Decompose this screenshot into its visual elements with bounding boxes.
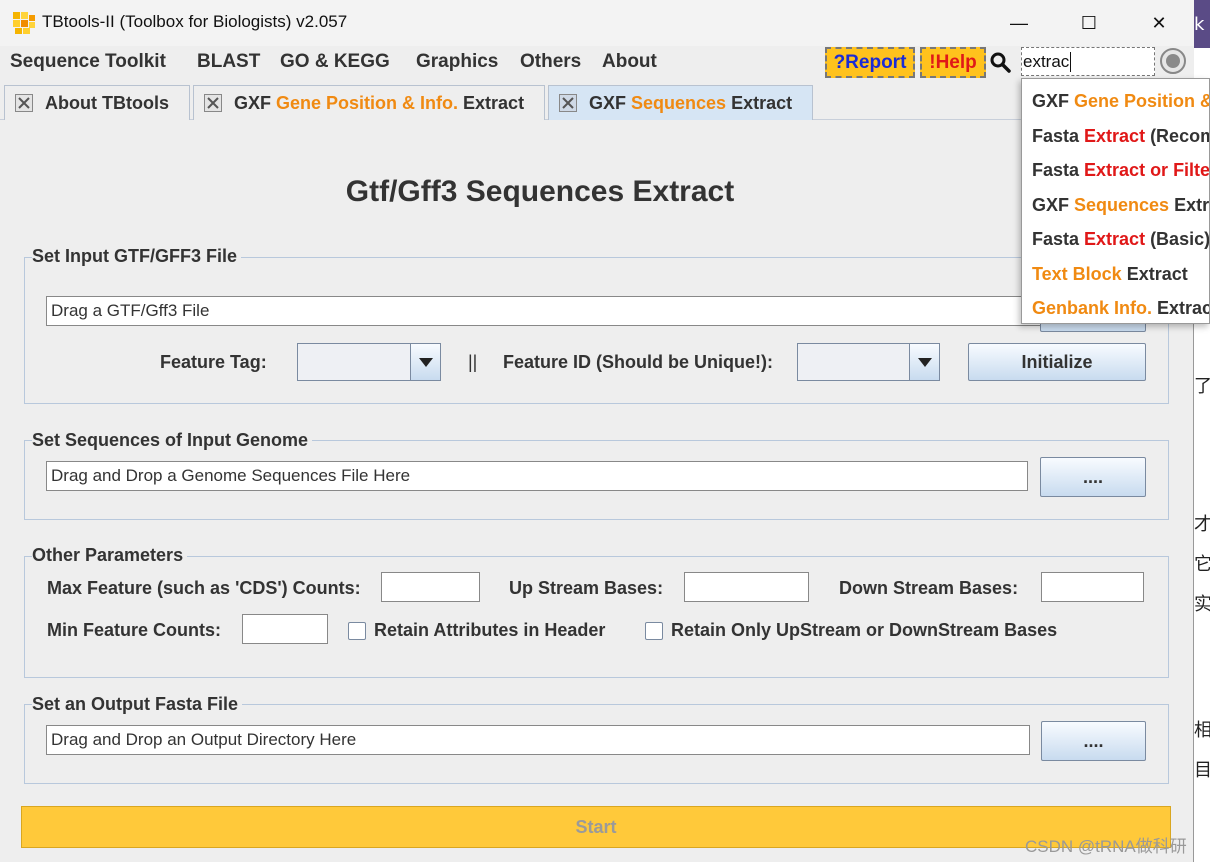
search-input[interactable]: extrac	[1021, 47, 1155, 76]
suggestion-item[interactable]: Text Block Extract	[1032, 264, 1188, 285]
chevron-down-icon[interactable]	[410, 344, 440, 380]
background-text: k	[1194, 14, 1205, 35]
close-button[interactable]: ✕	[1124, 0, 1194, 46]
start-button[interactable]: Start	[21, 806, 1171, 848]
suggestion-item[interactable]: Genbank Info. Extrac	[1032, 298, 1209, 319]
settings-circle-icon[interactable]	[1159, 47, 1187, 75]
tab-gxf-gene-position-extract[interactable]: GXF Gene Position & Info. Extract	[193, 85, 545, 120]
suggestion-item[interactable]: Fasta Extract (Basic)	[1032, 229, 1209, 250]
min-feature-label: Min Feature Counts:	[47, 620, 221, 640]
input-gxf-group	[24, 257, 1169, 404]
suggestion-item[interactable]: Fasta Extract or Filte	[1032, 160, 1209, 181]
max-feature-label: Max Feature (such as 'CDS') Counts:	[47, 578, 361, 598]
output-directory-input[interactable]: Drag and Drop an Output Directory Here	[46, 725, 1030, 755]
tab-about-tbtools[interactable]: About TBtools	[4, 85, 190, 120]
menu-bar	[0, 46, 1194, 80]
close-tab-icon[interactable]	[204, 94, 222, 112]
maximize-button[interactable]: ☐	[1054, 0, 1124, 46]
close-tab-icon[interactable]	[559, 94, 577, 112]
tab-label: GXF Gene Position & Info. Extract	[234, 92, 525, 113]
suggestion-item[interactable]: Fasta Extract (Recom	[1032, 126, 1209, 147]
text-caret	[1070, 52, 1071, 72]
minimize-button[interactable]: —	[984, 0, 1054, 46]
report-button[interactable]: ?Report	[825, 47, 915, 78]
downstream-input[interactable]	[1041, 572, 1144, 602]
retain-attributes-checkbox[interactable]	[348, 622, 366, 640]
feature-tag-label: Feature Tag:	[160, 352, 267, 372]
tbtools-logo-icon	[13, 12, 35, 34]
upstream-label: Up Stream Bases:	[509, 578, 664, 598]
output-browse-button[interactable]: ....	[1041, 721, 1146, 761]
tab-label: About TBtools	[45, 92, 169, 113]
tab-label: GXF Sequences Extract	[589, 92, 793, 113]
page-title: Gtf/Gff3 Sequences Extract	[345, 175, 735, 208]
separator: ||	[468, 352, 478, 372]
group-title: Set an Output Fasta File	[32, 694, 243, 715]
menu-blast[interactable]: BLAST	[197, 51, 260, 73]
background-text: 目	[1194, 760, 1210, 781]
group-title: Set Sequences of Input Genome	[32, 430, 313, 451]
menu-sequence-toolkit[interactable]: Sequence Toolkit	[10, 51, 166, 73]
background-text: 了	[1194, 376, 1210, 397]
app-window: TBtools-II (Toolbox for Biologists) v2.0…	[0, 0, 1194, 862]
menu-graphics[interactable]: Graphics	[416, 51, 498, 73]
group-title: Other Parameters	[32, 545, 188, 566]
search-icon[interactable]	[989, 51, 1011, 73]
background-text: 才	[1194, 514, 1210, 535]
window-title: TBtools-II (Toolbox for Biologists) v2.0…	[42, 12, 348, 31]
menu-others[interactable]: Others	[520, 51, 581, 73]
suggestion-item[interactable]: GXF Sequences Extr	[1032, 195, 1209, 216]
max-feature-input[interactable]	[381, 572, 480, 602]
initialize-button[interactable]: Initialize	[968, 343, 1146, 381]
retain-only-updown-label: Retain Only UpStream or DownStream Bases	[671, 620, 1058, 640]
gxf-file-input[interactable]: Drag a GTF/Gff3 File	[46, 296, 1046, 326]
suggestion-item[interactable]: GXF Gene Position &	[1032, 91, 1209, 112]
search-suggestions-dropdown: GXF Gene Position & Fasta Extract (Recom…	[1021, 78, 1210, 324]
upstream-input[interactable]	[684, 572, 809, 602]
tab-gxf-sequences-extract[interactable]: GXF Sequences Extract	[548, 85, 813, 120]
background-text: 实	[1194, 594, 1210, 615]
downstream-label: Down Stream Bases:	[839, 578, 1019, 598]
other-parameters-group	[24, 556, 1169, 678]
feature-id-select[interactable]	[797, 343, 940, 381]
genome-file-input[interactable]: Drag and Drop a Genome Sequences File He…	[46, 461, 1028, 491]
close-tab-icon[interactable]	[15, 94, 33, 112]
min-feature-input[interactable]	[242, 614, 328, 644]
retain-only-updown-checkbox[interactable]	[645, 622, 663, 640]
watermark: CSDN @tRNA做科研	[1025, 837, 1187, 856]
feature-id-label: Feature ID (Should be Unique!):	[503, 352, 773, 372]
group-title: Set Input GTF/GFF3 File	[32, 246, 241, 267]
background-text: 它	[1194, 554, 1210, 575]
menu-go-kegg[interactable]: GO & KEGG	[280, 51, 390, 73]
retain-attributes-label: Retain Attributes in Header	[374, 620, 606, 640]
chevron-down-icon[interactable]	[909, 344, 939, 380]
genome-browse-button[interactable]: ....	[1040, 457, 1146, 497]
feature-tag-select[interactable]	[297, 343, 441, 381]
background-text: 相	[1194, 720, 1210, 741]
menu-about[interactable]: About	[602, 51, 657, 73]
help-button[interactable]: !Help	[920, 47, 986, 78]
